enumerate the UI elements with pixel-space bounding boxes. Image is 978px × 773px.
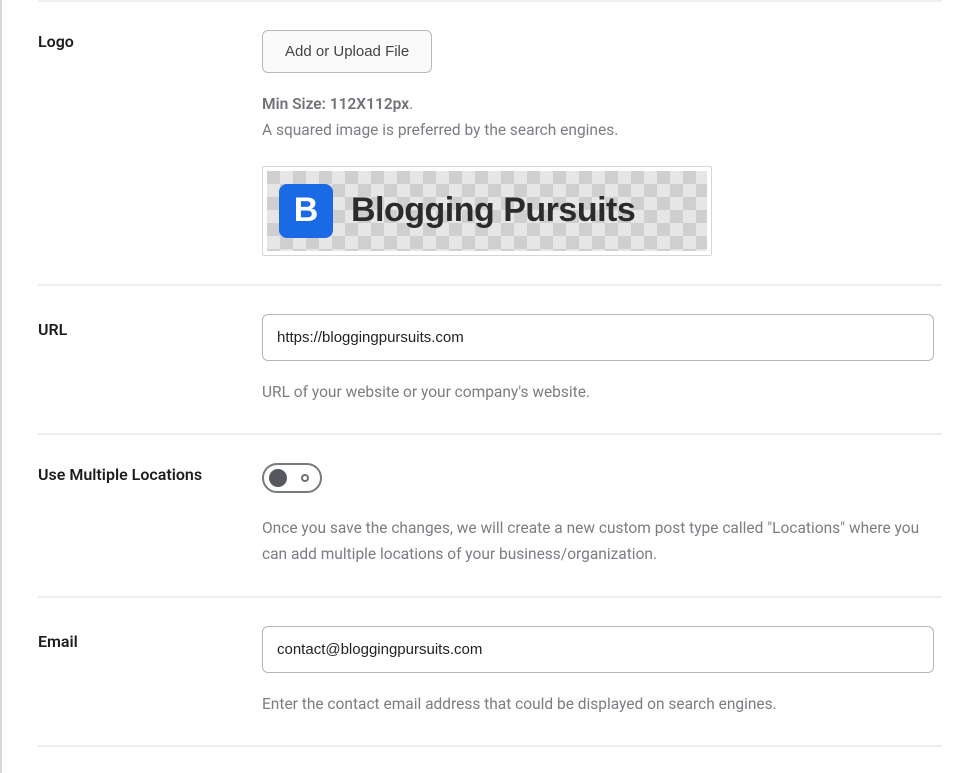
logo-preview-frame[interactable]: B Blogging Pursuits	[262, 166, 712, 256]
logo-preview-image: B Blogging Pursuits	[267, 171, 707, 251]
toggle-off-indicator-icon	[301, 474, 309, 482]
section-divider	[38, 745, 942, 747]
email-label: Email	[38, 632, 78, 651]
url-section: URL URL of your website or your company'…	[38, 286, 942, 433]
url-input[interactable]	[262, 314, 934, 361]
email-help-text: Enter the contact email address that cou…	[262, 691, 942, 717]
logo-section: Logo Add or Upload File Min Size: 112X11…	[38, 2, 942, 284]
multiple-locations-toggle[interactable]	[262, 463, 322, 493]
multiple-locations-help-text: Once you save the changes, we will creat…	[262, 515, 934, 568]
url-label: URL	[38, 320, 67, 339]
logo-label: Logo	[38, 32, 74, 51]
logo-help-text: A squared image is preferred by the sear…	[262, 117, 942, 143]
toggle-knob-icon	[269, 469, 287, 487]
email-input[interactable]	[262, 626, 934, 673]
add-upload-file-button[interactable]: Add or Upload File	[262, 30, 432, 73]
multiple-locations-label: Use Multiple Locations	[38, 465, 202, 484]
logo-preview-mark: B	[279, 184, 333, 238]
logo-min-size-hint: Min Size: 112X112px.	[262, 91, 942, 117]
logo-preview-text: Blogging Pursuits	[351, 191, 635, 230]
url-help-text: URL of your website or your company's we…	[262, 379, 942, 405]
email-section: Email Enter the contact email address th…	[38, 598, 942, 745]
logo-min-size-strong: Min Size: 112X112px	[262, 95, 409, 113]
multiple-locations-section: Use Multiple Locations Once you save the…	[38, 435, 942, 596]
